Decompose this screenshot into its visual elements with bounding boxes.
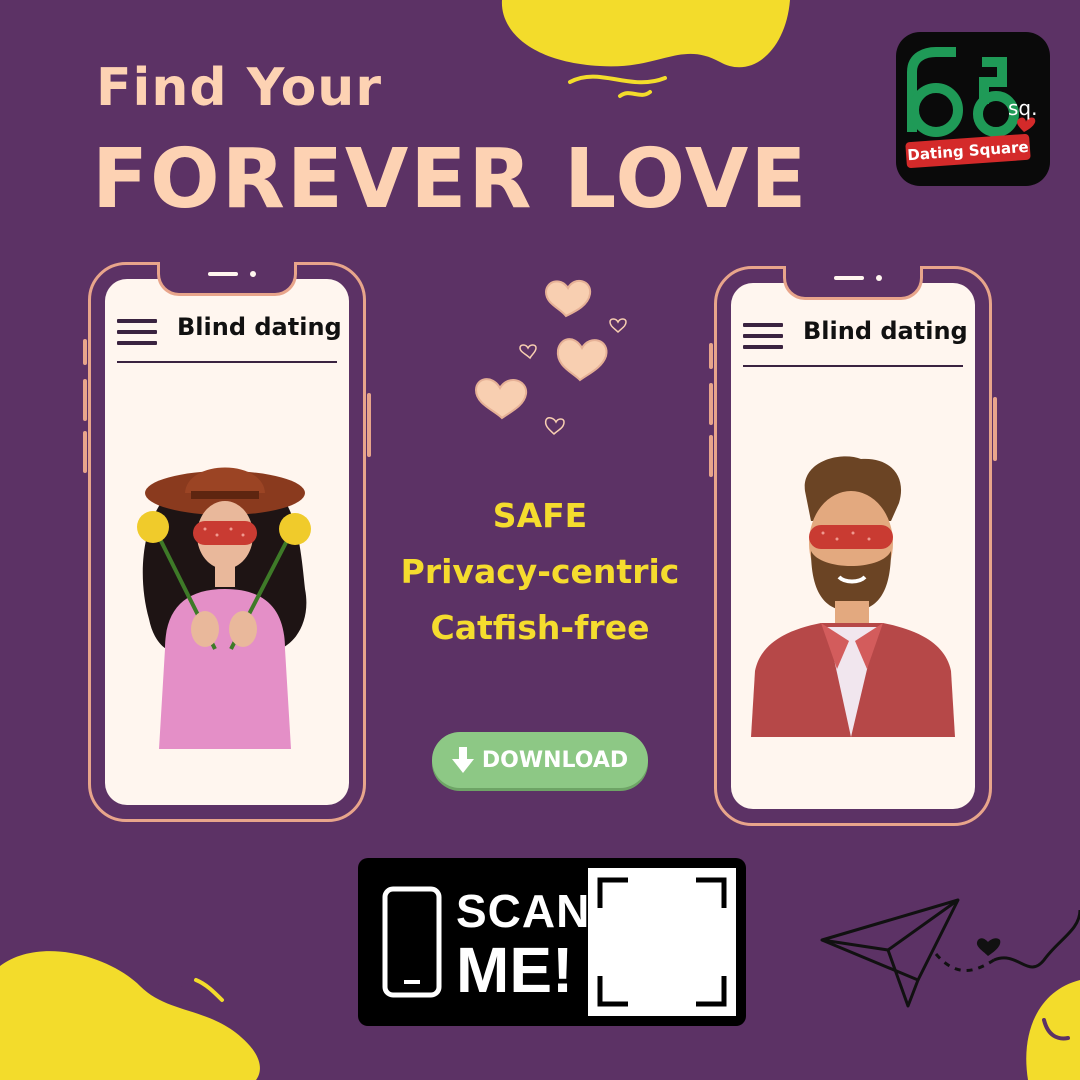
scan-text: SCAN ME! [456,888,590,1006]
smartphone-icon [382,886,442,998]
hearts-decoration [474,279,627,436]
qr-frame [588,868,736,1016]
phone-side-button [83,379,87,421]
feature-safe: SAFE [492,496,588,535]
app-title: Blind dating [803,317,968,345]
download-button[interactable]: DOWNLOAD [432,732,648,788]
scan-line1: SCAN [456,885,591,937]
headline-line2: FOREVER LOVE [92,132,809,227]
app-bar: Blind dating [117,309,342,363]
paper-plane-icon [820,898,1080,1008]
scan-frame-corners-icon [597,877,727,1007]
yellow-blob-bottom-left [0,951,260,1080]
scan-line2: ME! [456,934,574,1006]
dating-square-logo: sq. Dating Square [896,32,1050,186]
arrow-down-icon [451,747,474,773]
feature-privacy: Privacy-centric [400,552,680,591]
feature-catfish-free: Catfish-free [430,608,650,647]
phone-mockup-left: Blind dating [83,262,371,822]
phone-side-button [993,397,997,461]
headline-line1: Find Your [96,58,382,118]
phone-side-button [367,393,371,457]
app-bar: Blind dating [743,313,968,367]
phone-mockup-right: Blind dating [709,266,997,826]
logo-sq-text: sq. [1008,96,1038,120]
phone-side-button [83,339,87,365]
scan-me-badge[interactable]: SCAN ME! [358,858,746,1026]
phone-notch [783,266,923,300]
phone-side-button [709,383,713,425]
bearded-man-with-sleep-mask-illustration [751,456,955,737]
phone-screen: Blind dating [731,283,975,809]
feature-list: SAFE Privacy-centric Catfish-free [370,488,710,656]
phone-notch [157,262,297,296]
phone-side-button [83,431,87,473]
download-label: DOWNLOAD [481,747,629,773]
phone-side-button [709,435,713,477]
app-title: Blind dating [177,313,342,341]
yellow-blob-top [501,0,790,98]
phone-screen: Blind dating [105,279,349,805]
phone-side-button [709,343,713,369]
hamburger-menu-icon[interactable] [743,323,783,356]
hamburger-menu-icon[interactable] [117,319,157,352]
woman-with-sleep-mask-illustration [137,467,311,749]
